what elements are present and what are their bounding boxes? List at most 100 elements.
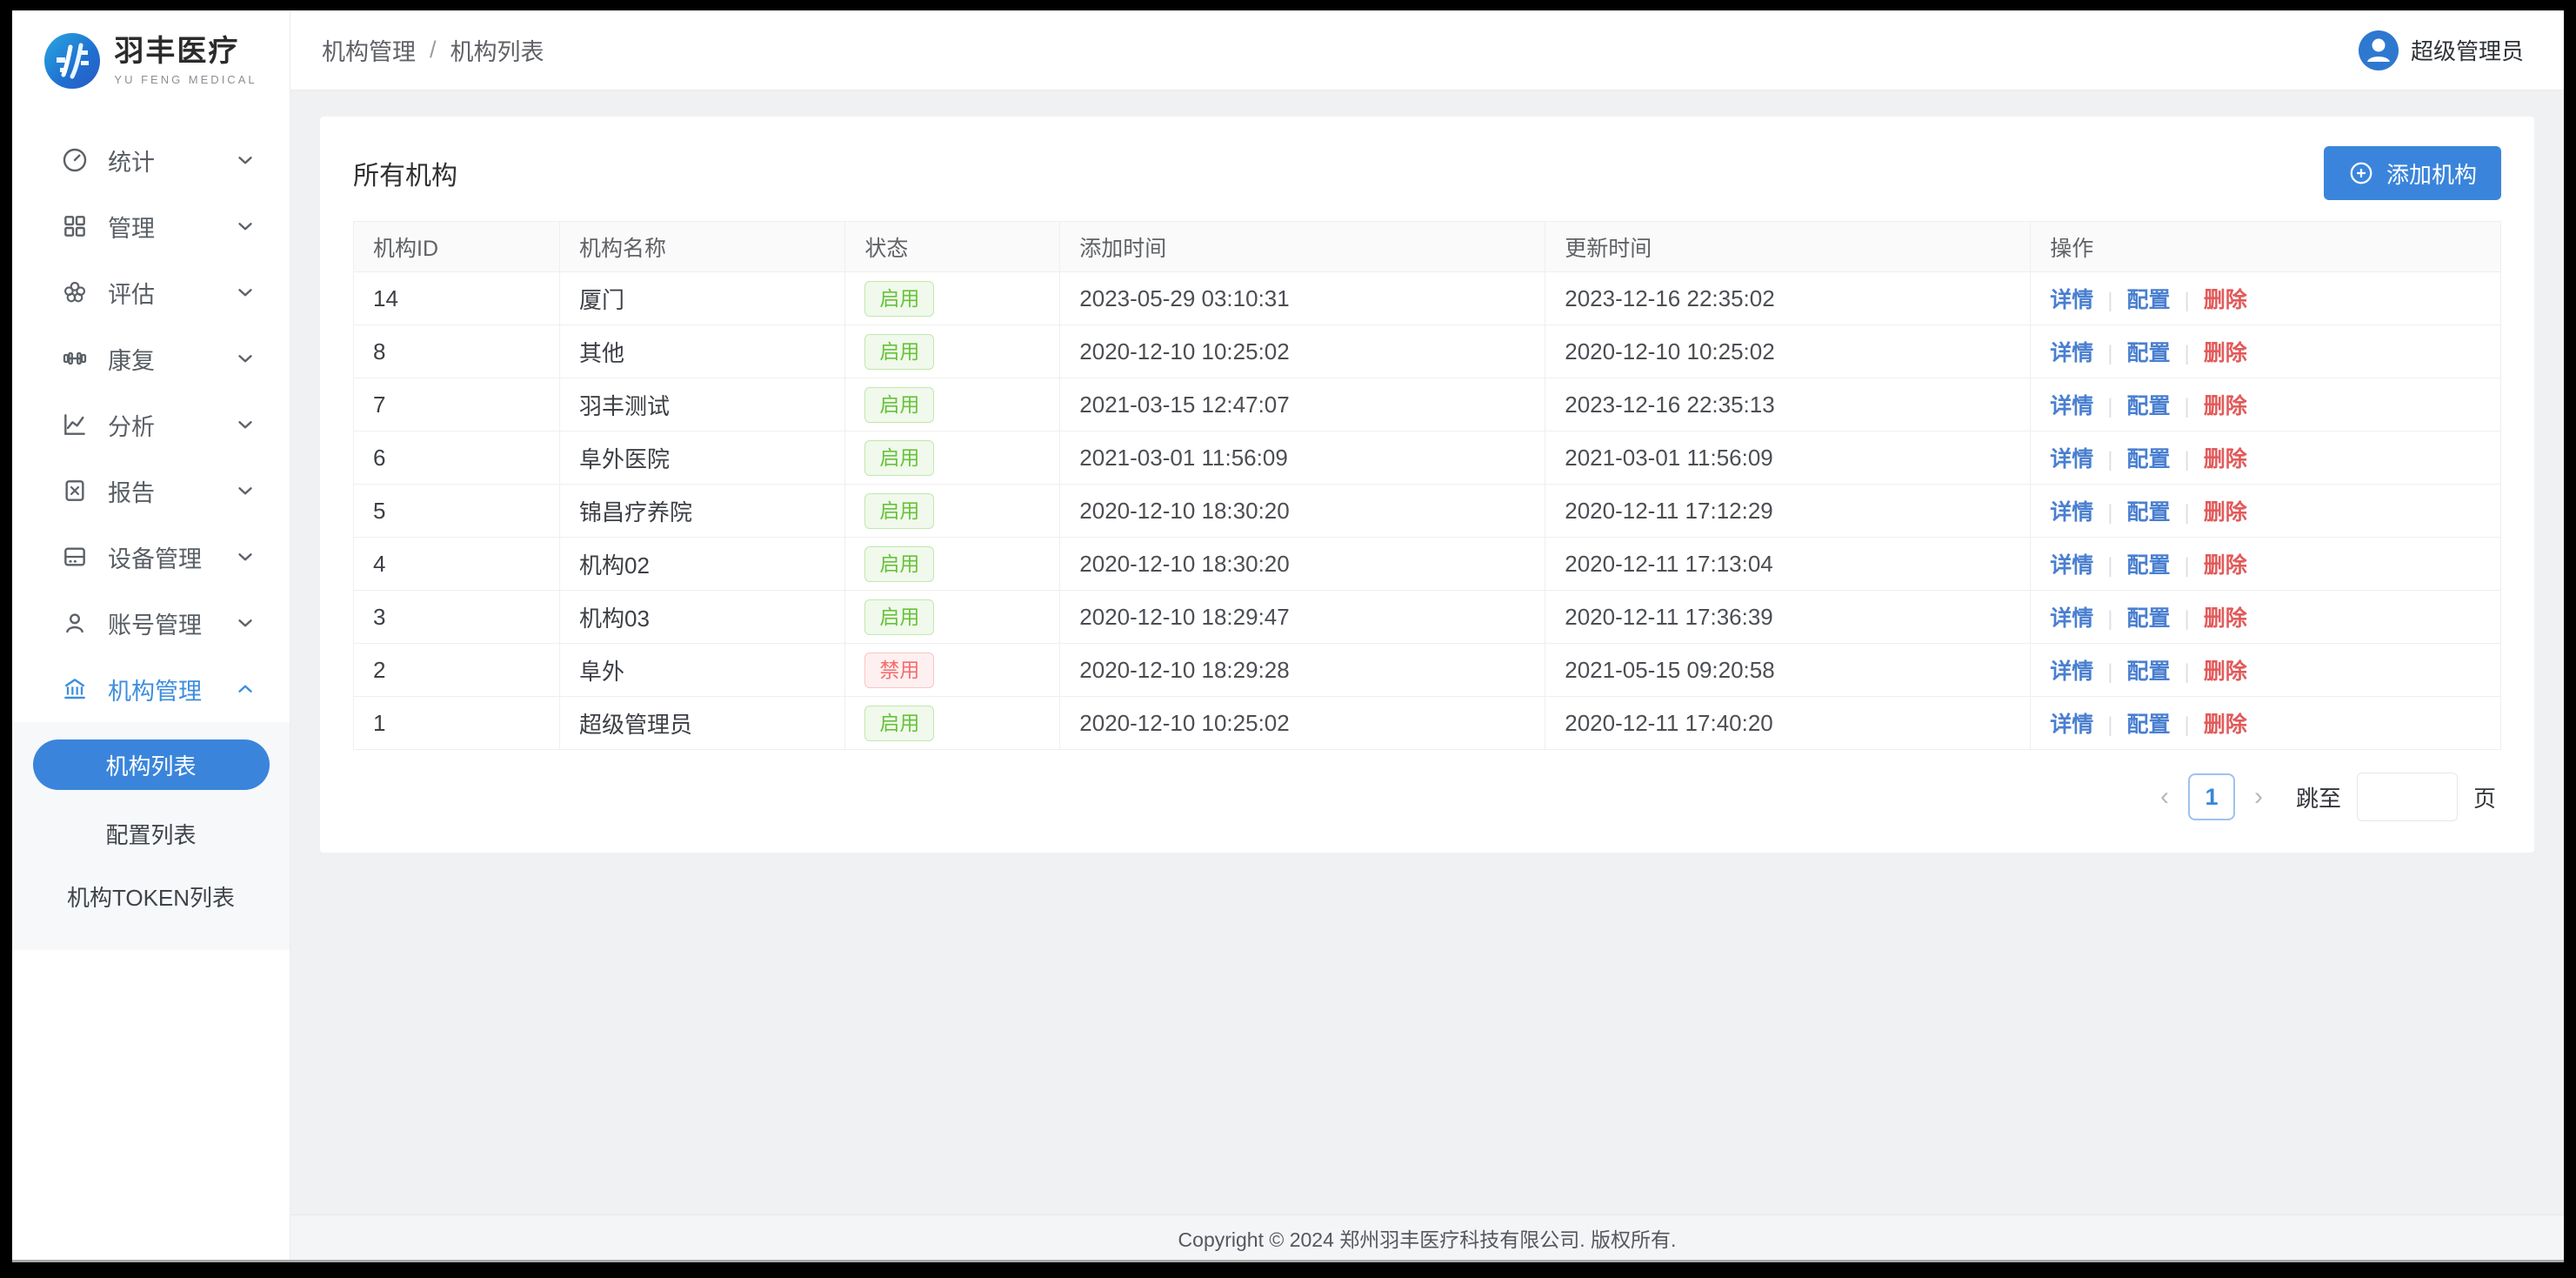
action-delete-link[interactable]: 删除 <box>2204 394 2247 418</box>
table-row: 7羽丰测试启用2021-03-15 12:47:072023-12-16 22:… <box>354 378 2501 432</box>
action-separator: | <box>2107 342 2112 365</box>
prev-page-button[interactable]: ‹ <box>2157 784 2172 810</box>
action-separator: | <box>2107 501 2112 525</box>
action-separator: | <box>2107 395 2112 418</box>
organizations-table: 机构ID 机构名称 状态 添加时间 更新时间 操作 14厦门启用2023-05-… <box>353 221 2501 750</box>
action-detail-link[interactable]: 详情 <box>2050 606 2093 631</box>
user-avatar-icon <box>2359 30 2399 70</box>
brand-subtitle: YU FENG MEDICAL <box>114 74 257 86</box>
cell-org-id: 3 <box>354 591 560 644</box>
user-menu[interactable]: 超级管理员 <box>2359 30 2524 70</box>
cell-actions: 详情|配置|删除 <box>2031 591 2501 644</box>
cell-updated-time: 2020-12-11 17:13:04 <box>1545 538 2031 591</box>
sidebar-item-label: 评估 <box>108 276 234 310</box>
sidebar-item-7[interactable]: 设备管理 <box>12 524 290 590</box>
submenu-item-1[interactable]: 机构列表 <box>33 739 270 790</box>
status-badge: 启用 <box>864 599 934 635</box>
action-detail-link[interactable]: 详情 <box>2050 394 2093 418</box>
status-badge: 启用 <box>864 546 934 582</box>
sidebar-item-6[interactable]: 报告 <box>12 458 290 524</box>
cell-updated-time: 2020-12-11 17:36:39 <box>1545 591 2031 644</box>
sidebar-item-3[interactable]: 评估 <box>12 259 290 325</box>
chevron-down-icon <box>234 413 257 436</box>
cell-actions: 详情|配置|删除 <box>2031 485 2501 538</box>
sidebar-item-8[interactable]: 账号管理 <box>12 590 290 656</box>
next-page-button[interactable]: › <box>2251 784 2266 810</box>
cell-org-name: 机构02 <box>560 538 845 591</box>
sidebar-nav: 统计管理评估康复分析报告设备管理账号管理机构管理 <box>12 127 290 722</box>
sidebar-item-label: 机构管理 <box>108 672 234 706</box>
table-row: 3机构03启用2020-12-10 18:29:472020-12-11 17:… <box>354 591 2501 644</box>
action-delete-link[interactable]: 删除 <box>2204 713 2247 737</box>
action-config-link[interactable]: 配置 <box>2127 288 2171 312</box>
submenu-item-3[interactable]: 机构TOKEN列表 <box>12 865 290 927</box>
chart-icon <box>61 411 89 438</box>
action-delete-link[interactable]: 删除 <box>2204 553 2247 578</box>
col-id: 机构ID <box>354 222 560 272</box>
action-config-link[interactable]: 配置 <box>2127 500 2171 525</box>
action-separator: | <box>2185 342 2190 365</box>
page-jump-input[interactable] <box>2357 773 2458 821</box>
sidebar-item-2[interactable]: 管理 <box>12 193 290 259</box>
action-delete-link[interactable]: 删除 <box>2204 447 2247 472</box>
action-config-link[interactable]: 配置 <box>2127 341 2171 365</box>
breadcrumb-item-root[interactable]: 机构管理 <box>322 33 416 67</box>
action-detail-link[interactable]: 详情 <box>2050 341 2093 365</box>
action-detail-link[interactable]: 详情 <box>2050 713 2093 737</box>
add-organization-button[interactable]: 添加机构 <box>2324 146 2501 200</box>
action-detail-link[interactable]: 详情 <box>2050 500 2093 525</box>
action-config-link[interactable]: 配置 <box>2127 553 2171 578</box>
sidebar-item-label: 账号管理 <box>108 606 234 640</box>
action-detail-link[interactable]: 详情 <box>2050 553 2093 578</box>
action-config-link[interactable]: 配置 <box>2127 659 2171 684</box>
action-separator: | <box>2185 713 2190 737</box>
page-number-button[interactable]: 1 <box>2188 773 2235 820</box>
submenu-item-2[interactable]: 配置列表 <box>12 802 290 865</box>
action-delete-link[interactable]: 删除 <box>2204 500 2247 525</box>
status-badge: 禁用 <box>864 652 934 688</box>
action-detail-link[interactable]: 详情 <box>2050 659 2093 684</box>
action-separator: | <box>2107 448 2112 472</box>
cell-updated-time: 2021-03-01 11:56:09 <box>1545 432 2031 485</box>
action-config-link[interactable]: 配置 <box>2127 447 2171 472</box>
table-row: 8其他启用2020-12-10 10:25:022020-12-10 10:25… <box>354 325 2501 378</box>
action-config-link[interactable]: 配置 <box>2127 606 2171 631</box>
table-header-row: 机构ID 机构名称 状态 添加时间 更新时间 操作 <box>354 222 2501 272</box>
action-detail-link[interactable]: 详情 <box>2050 447 2093 472</box>
col-actions: 操作 <box>2031 222 2501 272</box>
sidebar-item-label: 统计 <box>108 144 234 177</box>
cell-added-time: 2021-03-01 11:56:09 <box>1060 432 1545 485</box>
action-config-link[interactable]: 配置 <box>2127 394 2171 418</box>
action-detail-link[interactable]: 详情 <box>2050 288 2093 312</box>
chevron-down-icon <box>234 215 257 238</box>
action-delete-link[interactable]: 删除 <box>2204 341 2247 365</box>
action-separator: | <box>2185 554 2190 578</box>
action-separator: | <box>2185 660 2190 684</box>
brand-logo-icon <box>44 33 100 89</box>
flower-icon <box>61 278 89 306</box>
sidebar-item-5[interactable]: 分析 <box>12 391 290 458</box>
bank-icon <box>61 675 89 703</box>
action-delete-link[interactable]: 删除 <box>2204 659 2247 684</box>
cell-added-time: 2020-12-10 18:29:28 <box>1060 644 1545 697</box>
sidebar-item-4[interactable]: 康复 <box>12 325 290 391</box>
cell-org-id: 8 <box>354 325 560 378</box>
user-icon <box>61 609 89 637</box>
cell-added-time: 2020-12-10 10:25:02 <box>1060 697 1545 750</box>
cell-org-name: 阜外医院 <box>560 432 845 485</box>
status-badge: 启用 <box>864 440 934 476</box>
action-separator: | <box>2185 395 2190 418</box>
cell-org-id: 4 <box>354 538 560 591</box>
jump-to-label: 跳至 <box>2296 781 2341 813</box>
action-config-link[interactable]: 配置 <box>2127 713 2171 737</box>
chevron-down-icon <box>234 347 257 370</box>
action-delete-link[interactable]: 删除 <box>2204 288 2247 312</box>
cell-added-time: 2020-12-10 18:30:20 <box>1060 538 1545 591</box>
cell-added-time: 2021-03-15 12:47:07 <box>1060 378 1545 432</box>
sidebar-item-9[interactable]: 机构管理 <box>12 656 290 722</box>
breadcrumb: 机构管理 / 机构列表 <box>322 33 544 67</box>
sidebar-item-1[interactable]: 统计 <box>12 127 290 193</box>
action-delete-link[interactable]: 删除 <box>2204 606 2247 631</box>
cell-org-name: 羽丰测试 <box>560 378 845 432</box>
status-badge: 启用 <box>864 493 934 529</box>
